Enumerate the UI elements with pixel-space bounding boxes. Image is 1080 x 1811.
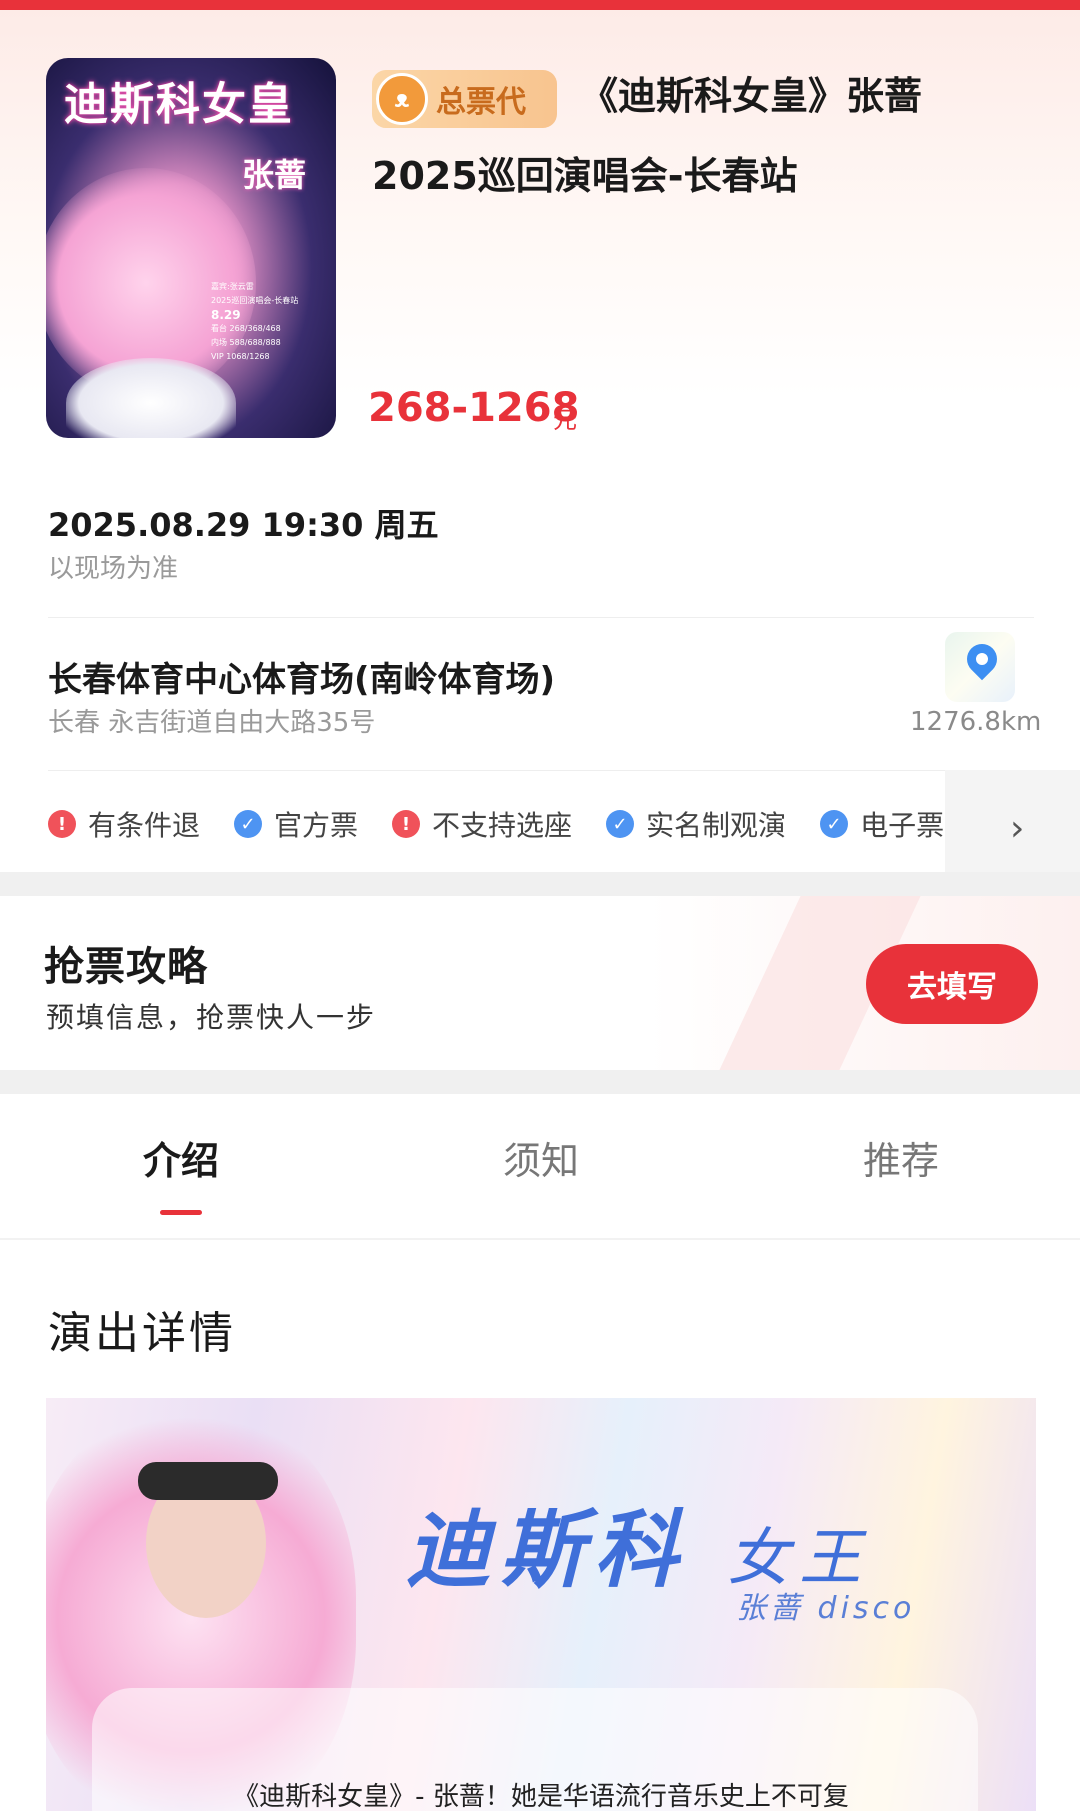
check-icon: ✓ — [234, 810, 263, 838]
divider — [48, 770, 1034, 771]
section-separator — [0, 872, 1080, 896]
warning-icon: ! — [48, 810, 76, 838]
top-accent-bar — [0, 0, 1080, 10]
warning-icon: ! — [392, 810, 421, 838]
venue-name[interactable]: 长春体育中心体育场(南岭体育场) — [48, 652, 555, 701]
intro-text: 《迪斯科女皇》- 张蔷！她是华语流行音乐史上不可复 — [233, 1782, 849, 1811]
price-unit: 元 — [553, 406, 577, 434]
cat-mascot-icon: ᴥ — [376, 73, 428, 125]
tab-intro[interactable]: 介绍 — [81, 1130, 281, 1185]
tag-real-name: ✓ 实名制观演 — [606, 804, 786, 844]
venue-distance: 1276.8km — [910, 707, 1042, 737]
service-tags[interactable]: ! 有条件退 ✓ 官方票 ! 不支持选座 ✓ 实名制观演 ✓ 电子票 — [48, 800, 948, 848]
fill-in-button[interactable]: 去填写 — [866, 944, 1038, 1024]
details-banner-image: 迪斯科 女王 张蔷 disco 《迪斯科女皇》- 张蔷！她是华语流行音乐史上不可… — [46, 1398, 1036, 1811]
details-heading: 演出详情 — [48, 1308, 236, 1359]
poster-title: 迪斯科女皇 — [64, 79, 294, 130]
poster-tour: 2025巡回演唱会-长春站 — [211, 296, 299, 305]
event-datetime: 2025.08.29 19:30 周五 — [48, 506, 439, 544]
tab-bar: 介绍 须知 推荐 — [0, 1094, 1080, 1240]
tag-label: 电子票 — [860, 809, 945, 842]
strategy-subtitle: 预填信息，抢票快人一步 — [46, 1001, 377, 1034]
venue-address: 长春 永吉街道自由大路35号 — [48, 708, 376, 738]
event-poster[interactable]: 迪斯科女皇 张蔷 嘉宾:张云雷 2025巡回演唱会-长春站 8.29 看台 26… — [46, 58, 336, 438]
tag-e-ticket: ✓ 电子票 — [820, 804, 944, 844]
check-icon: ✓ — [606, 810, 635, 838]
strategy-title: 抢票攻略 — [44, 944, 208, 990]
ticket-strategy-card: 抢票攻略 预填信息，抢票快人一步 去填写 — [0, 896, 1080, 1070]
poster-price-line: VIP 1068/1268 — [211, 352, 270, 361]
banner-sunglasses — [138, 1462, 278, 1500]
poster-info: 嘉宾:张云雷 2025巡回演唱会-长春站 8.29 看台 268/368/468… — [211, 280, 326, 364]
tag-label: 实名制观演 — [646, 809, 787, 842]
active-tab-indicator — [160, 1210, 202, 1215]
tab-notice[interactable]: 须知 — [441, 1130, 641, 1185]
event-title-line2: 2025巡回演唱会-长春站 — [372, 154, 798, 198]
chevron-right-icon[interactable]: › — [1010, 808, 1024, 849]
divider — [48, 617, 1034, 618]
price-range: 268-1268 — [368, 385, 580, 431]
ticket-agent-badge: ᴥ 总票代 — [372, 70, 557, 128]
tag-label: 有条件退 — [88, 809, 201, 842]
poster-price-line: 内场 588/688/888 — [211, 338, 281, 347]
check-icon: ✓ — [820, 810, 849, 838]
poster-date: 8.29 — [211, 308, 241, 322]
event-title-line1: 《迪斯科女皇》张蔷 — [580, 74, 923, 118]
tab-recommend[interactable]: 推荐 — [801, 1130, 1001, 1185]
tag-official-ticket: ✓ 官方票 — [234, 804, 358, 844]
datetime-note: 以现场为准 — [48, 554, 179, 584]
section-separator — [0, 1070, 1080, 1094]
poster-price-line: 看台 268/368/468 — [211, 324, 281, 333]
banner-title-main: 迪斯科 — [406, 1501, 689, 1599]
location-pin-icon — [960, 637, 1004, 681]
tag-no-seat-selection: ! 不支持选座 — [392, 804, 572, 844]
tag-conditional-refund: ! 有条件退 — [48, 804, 200, 844]
badge-label: 总票代 — [436, 85, 526, 120]
tag-label: 官方票 — [274, 809, 359, 842]
map-button[interactable] — [945, 632, 1015, 702]
tag-label: 不支持选座 — [432, 809, 573, 842]
poster-guest: 嘉宾:张云雷 — [211, 282, 254, 291]
poster-artist: 张蔷 — [241, 156, 306, 194]
poster-dress — [66, 358, 236, 438]
banner-subtitle: 张蔷 disco — [736, 1591, 916, 1626]
